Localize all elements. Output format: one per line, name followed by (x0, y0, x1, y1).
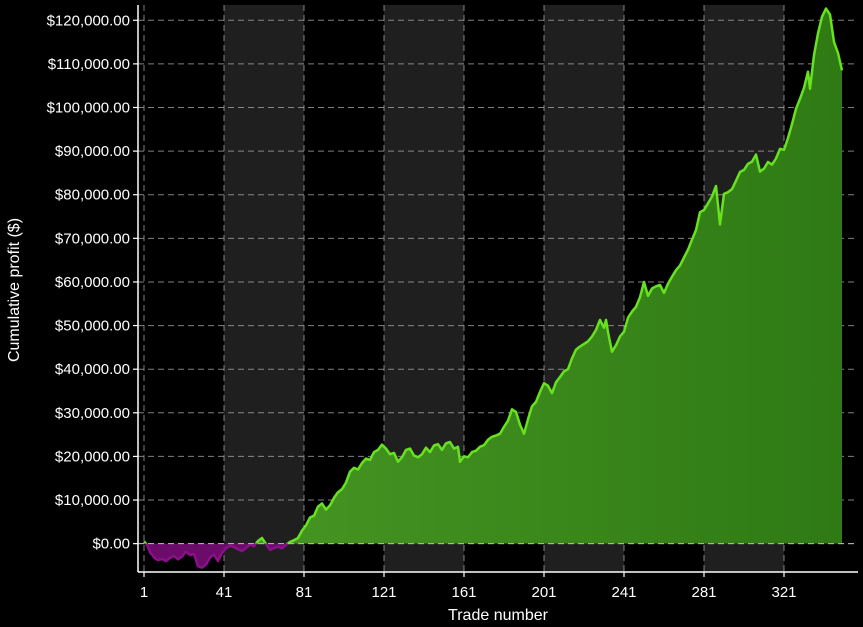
y-tick-label-3: $20,000.00 (55, 448, 130, 465)
y-tick-label-5: $40,000.00 (55, 361, 130, 378)
x-tick-label-1: 1 (140, 584, 148, 601)
cumulative-profit-chart: $0.00 $10,000.00 $20,000.00 $30,000.00 $40,0… (0, 0, 863, 627)
x-tick-label-2: 41 (216, 584, 233, 601)
y-tick-label-4: $30,000.00 (55, 405, 130, 422)
x-tick-label-9: 321 (771, 584, 796, 601)
y-axis-label: Cumulative profit ($) (6, 218, 23, 362)
x-tick-label-4: 121 (371, 584, 396, 601)
x-axis-label: Trade number (448, 607, 549, 624)
shaded-band-1 (224, 5, 304, 572)
y-tick-label-10: $90,000.00 (55, 143, 130, 160)
y-tick-label-13: $120,000.00 (47, 12, 130, 29)
y-tick-label-7: $60,000.00 (55, 274, 130, 291)
y-tick-label-11: $100,000.00 (47, 99, 130, 116)
y-tick-label-6: $50,000.00 (55, 318, 130, 335)
chart-root: $0.00 $10,000.00 $20,000.00 $30,000.00 $40,0… (0, 0, 863, 627)
x-tick-label-3: 81 (296, 584, 313, 601)
y-tick-label-1: $0.00 (92, 536, 130, 553)
y-tick-label-8: $70,000.00 (55, 230, 130, 247)
y-tick-label-9: $80,000.00 (55, 187, 130, 204)
x-tick-label-5: 161 (451, 584, 476, 601)
x-tick-label-6: 201 (531, 584, 556, 601)
y-tick-label-2: $10,000.00 (55, 492, 130, 509)
x-tick-label-7: 241 (611, 584, 636, 601)
y-tick-label-12: $110,000.00 (48, 56, 130, 73)
x-tick-label-8: 281 (691, 584, 716, 601)
